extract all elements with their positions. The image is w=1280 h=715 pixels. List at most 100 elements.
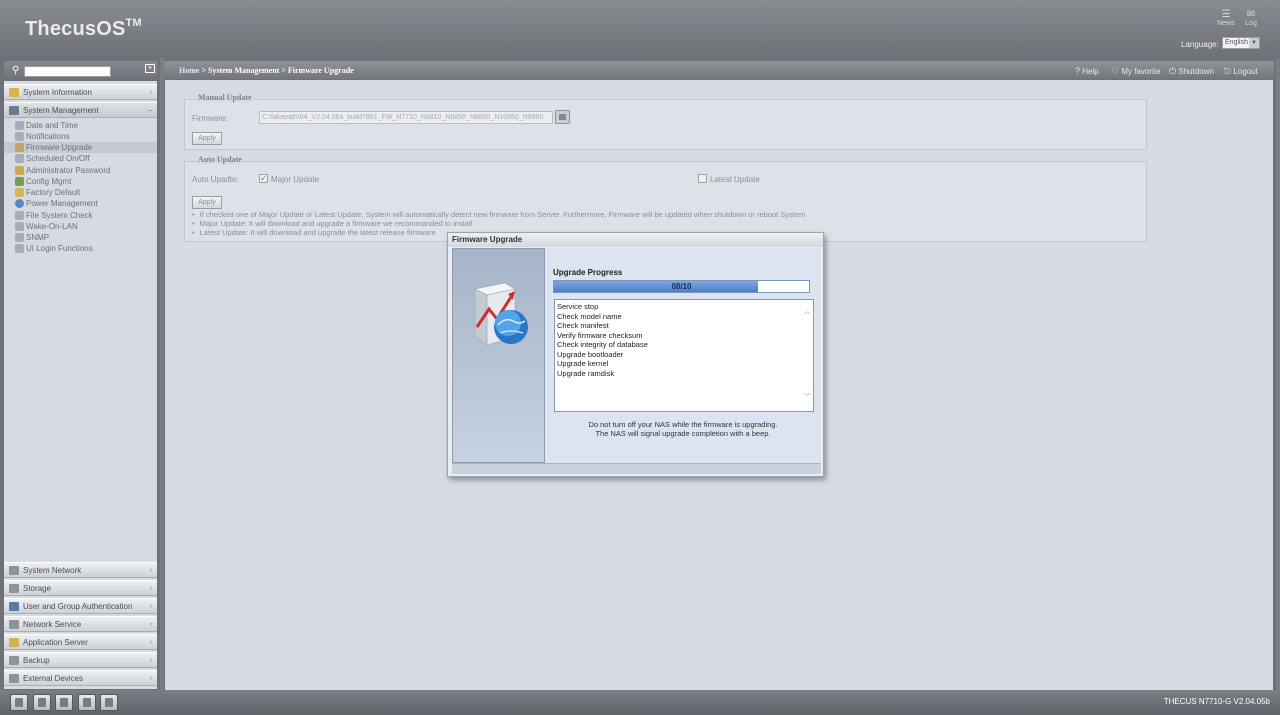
sidebar-item-factory-default[interactable]: Factory Default bbox=[4, 187, 157, 198]
scroll-down-icon[interactable]: ﹀ bbox=[804, 392, 811, 402]
sidebar-item-wake-on-lan[interactable]: Wake-On-LAN bbox=[4, 221, 157, 232]
dialog-progress-panel: Upgrade Progress 08/10 Service stop Chec… bbox=[545, 248, 821, 463]
sidebar-item-label: File System Check bbox=[26, 211, 93, 220]
tools-icon bbox=[9, 106, 19, 115]
monitor-icon bbox=[15, 698, 23, 707]
latest-update-checkbox[interactable] bbox=[698, 174, 707, 183]
breadcrumb: Home > System Management > Firmware Upgr… bbox=[179, 66, 354, 75]
manual-update-section: Manual Update Firmware: C:\fakepath\64_V… bbox=[184, 93, 1147, 150]
sidebar-category-backup[interactable]: Backup › bbox=[4, 652, 157, 668]
application-icon bbox=[9, 638, 19, 647]
app-header: ThecusOSTM ☰ News ✉ Log Language: Englis… bbox=[0, 0, 1280, 58]
network-icon bbox=[15, 222, 24, 231]
sidebar-item-label: Scheduled On/Off bbox=[26, 154, 90, 163]
firmware-file-input[interactable]: C:\fakepath\64_V2.04.06a_build7861_FW_N7… bbox=[259, 111, 553, 124]
sidebar-search: ⚲ × bbox=[4, 61, 157, 81]
snmp-icon bbox=[15, 233, 24, 242]
sidebar-category-system-management[interactable]: System Management – bbox=[4, 102, 157, 118]
sidebar-item-date-and-time[interactable]: Date and Time bbox=[4, 120, 157, 131]
factory-default-icon bbox=[15, 188, 24, 197]
clock-icon bbox=[15, 121, 24, 130]
upgrade-progress-bar: 08/10 bbox=[553, 280, 810, 293]
notification-icon bbox=[15, 132, 24, 141]
category-label: User and Group Authentication bbox=[23, 602, 133, 611]
external-device-icon bbox=[9, 674, 19, 683]
auto-update-title: Auto Update bbox=[197, 155, 243, 164]
major-update-label: Major Update bbox=[271, 175, 320, 184]
sidebar-item-scheduled-on-off[interactable]: Scheduled On/Off bbox=[4, 153, 157, 164]
sidebar-category-storage[interactable]: Storage › bbox=[4, 580, 157, 596]
taskbar-network-button[interactable] bbox=[100, 694, 118, 711]
sidebar-item-power-management[interactable]: Power Management bbox=[4, 198, 157, 209]
browse-file-button[interactable] bbox=[555, 110, 570, 124]
sidebar-item-file-system-check[interactable]: File System Check bbox=[4, 210, 157, 221]
sidebar-item-label: SNMP bbox=[26, 233, 50, 242]
chevron-right-icon: › bbox=[149, 567, 152, 574]
language-select[interactable]: English ▼ bbox=[1222, 37, 1260, 49]
fan-icon bbox=[60, 698, 68, 707]
taskbar-monitor-button[interactable] bbox=[10, 694, 28, 711]
scroll-up-icon[interactable]: ︿ bbox=[804, 306, 811, 316]
disk-check-icon bbox=[15, 211, 24, 220]
sidebar-item-ui-login-functions[interactable]: UI Login Functions bbox=[4, 243, 157, 254]
taskbar-disk-button[interactable] bbox=[33, 694, 51, 711]
sidebar-category-system-network[interactable]: System Network › bbox=[4, 562, 157, 578]
taskbar-temperature-button[interactable] bbox=[78, 694, 96, 711]
search-input[interactable] bbox=[24, 66, 111, 77]
help-button[interactable]: ? Help bbox=[1075, 66, 1099, 76]
breadcrumb-home[interactable]: Home bbox=[179, 66, 199, 75]
manual-apply-button[interactable]: Apply bbox=[192, 132, 222, 145]
language-value: English bbox=[1225, 39, 1248, 46]
category-label: External Devices bbox=[23, 674, 84, 683]
category-label: System Information bbox=[23, 88, 92, 97]
bottom-taskbar: THECUS N7710-G V2.04.05b bbox=[0, 690, 1280, 715]
sidebar-item-label: Power Management bbox=[26, 199, 98, 208]
shutdown-button[interactable]: ⏻ Shutdown bbox=[1169, 66, 1214, 77]
network-service-icon bbox=[9, 620, 19, 629]
dialog-title: Firmware Upgrade bbox=[448, 233, 823, 247]
sidebar-item-label: Config Mgmt bbox=[26, 177, 72, 186]
upgrade-log-list: Service stop Check model name Check mani… bbox=[557, 302, 648, 378]
heart-icon: ♡ bbox=[1111, 66, 1120, 76]
latest-update-label: Latest Update bbox=[710, 175, 760, 184]
sidebar-item-firmware-upgrade[interactable]: Firmware Upgrade bbox=[4, 142, 157, 153]
upgrade-log[interactable]: Service stop Check model name Check mani… bbox=[554, 299, 814, 412]
collapse-icon: – bbox=[148, 107, 152, 114]
sidebar-item-notifications[interactable]: Notifications bbox=[4, 131, 157, 142]
clear-search-button[interactable]: × bbox=[145, 64, 155, 73]
chevron-down-icon: ▼ bbox=[1249, 38, 1259, 48]
logo-tm: TM bbox=[125, 17, 142, 29]
rss-icon: ☰ bbox=[1221, 9, 1231, 20]
news-button[interactable]: ☰ News bbox=[1217, 9, 1235, 27]
sidebar-category-network-service[interactable]: Network Service › bbox=[4, 616, 157, 632]
thermometer-icon bbox=[83, 698, 91, 707]
taskbar-fan-button[interactable] bbox=[55, 694, 73, 711]
chevron-right-icon: › bbox=[149, 621, 152, 628]
warning-text: The NAS will signal upgrade completion w… bbox=[595, 429, 771, 438]
my-favorite-button[interactable]: ♡ My favorite bbox=[1111, 66, 1160, 77]
log-button[interactable]: ✉ Log bbox=[1242, 9, 1260, 27]
sidebar-item-label: Date and Time bbox=[26, 121, 79, 130]
help-label: Help bbox=[1082, 67, 1099, 76]
sidebar-category-system-information[interactable]: System Information › bbox=[4, 84, 157, 100]
logout-label: Logout bbox=[1233, 67, 1258, 76]
sidebar-item-label: Factory Default bbox=[26, 188, 81, 197]
auto-update-section: Auto Update Auto Upadte: ✓ Major Update … bbox=[184, 155, 1147, 242]
sidebar-item-snmp[interactable]: SNMP bbox=[4, 232, 157, 243]
auto-apply-button[interactable]: Apply bbox=[192, 196, 222, 209]
chevron-right-icon: › bbox=[149, 657, 152, 664]
category-label: System Management bbox=[23, 106, 99, 115]
news-label: News bbox=[1217, 20, 1235, 27]
sidebar-category-external-devices[interactable]: External Devices › bbox=[4, 670, 157, 686]
backup-icon bbox=[9, 656, 19, 665]
firmware-icon bbox=[15, 143, 24, 152]
auto-update-note: If checked one of Major Update or Latest… bbox=[192, 210, 806, 219]
storage-icon bbox=[9, 584, 19, 593]
logout-button[interactable]: ⎋ Logout bbox=[1224, 66, 1258, 77]
sidebar-category-user-group-auth[interactable]: User and Group Authentication › bbox=[4, 598, 157, 614]
sidebar-item-config-mgmt[interactable]: Config Mgmt bbox=[4, 176, 157, 187]
sidebar-item-administrator-password[interactable]: Administrator Password bbox=[4, 165, 157, 176]
major-update-checkbox[interactable]: ✓ bbox=[259, 174, 268, 183]
chevron-right-icon: › bbox=[149, 585, 152, 592]
sidebar-category-application-server[interactable]: Application Server › bbox=[4, 634, 157, 650]
